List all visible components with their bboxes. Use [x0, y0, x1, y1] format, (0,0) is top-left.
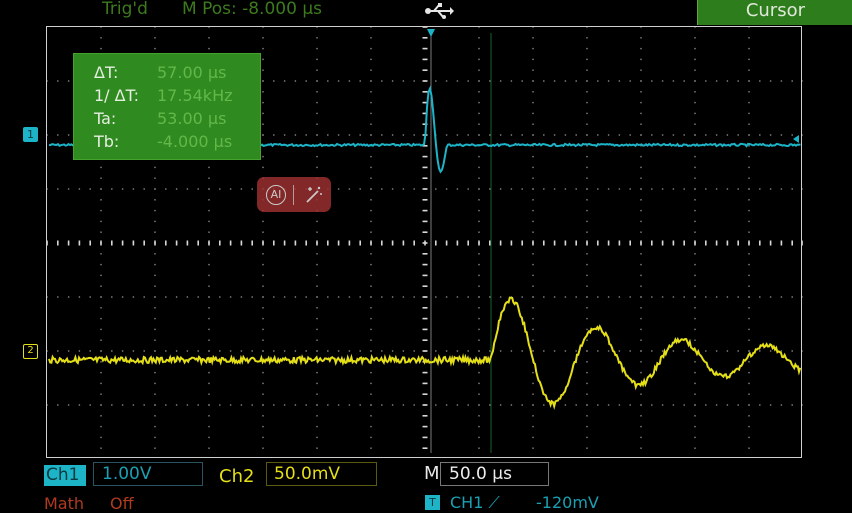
math-label[interactable]: Math	[44, 494, 84, 513]
measurement-row: Ta: 53.00 µs	[94, 109, 264, 131]
usb-icon	[425, 3, 454, 19]
trigger-level[interactable]: -120mV	[536, 493, 599, 512]
mpos-readout: M Pos: -8.000 µs	[182, 0, 322, 19]
measurement-value: 17.54kHz	[157, 86, 233, 105]
ch2-scale[interactable]: 50.0mV	[266, 462, 377, 486]
trigger-source[interactable]: CH1 ⟋	[450, 493, 500, 513]
ai-toolbar[interactable]: AI	[257, 177, 331, 212]
cursor-menu-tab[interactable]: Cursor	[697, 0, 852, 25]
trigger-marker: T	[425, 495, 440, 510]
ch2-level-marker[interactable]: 2	[23, 344, 38, 359]
ch1-level-marker[interactable]: 1	[23, 127, 38, 142]
toolbar-divider	[293, 185, 294, 205]
ch2-trace	[48, 296, 802, 410]
measurement-value: -4.000 µs	[157, 132, 233, 151]
measurement-key: ΔT:	[94, 63, 119, 82]
measurement-row: ΔT: 57.00 µs	[94, 63, 264, 85]
measurement-key: Tb:	[94, 132, 120, 151]
trigger-status: Trig'd	[102, 0, 148, 19]
cursor-measurement-panel: ΔT: 57.00 µs 1/ ΔT: 17.54kHz Ta: 53.00 µ…	[73, 53, 261, 160]
cursor-menu-label: Cursor	[745, 0, 805, 21]
measurement-key: Ta:	[94, 109, 117, 128]
measurement-key: 1/ ΔT:	[94, 86, 140, 105]
measurement-value: 53.00 µs	[157, 109, 227, 128]
trigger-position-marker[interactable]	[427, 29, 435, 37]
measurement-value: 57.00 µs	[157, 63, 227, 82]
ch1-label[interactable]: Ch1	[44, 465, 86, 486]
math-off-label: Off	[110, 494, 134, 513]
ch2-label[interactable]: Ch2	[219, 465, 254, 489]
status-bar: Trig'd M Pos: -8.000 µs Cursor	[0, 0, 852, 25]
magic-wand-icon[interactable]	[301, 183, 325, 207]
measurement-row: Tb: -4.000 µs	[94, 132, 264, 154]
ai-circle-icon[interactable]: AI	[266, 185, 286, 205]
trigger-level-marker[interactable]	[793, 135, 799, 143]
mpos-value: -8.000 µs	[242, 0, 322, 19]
ch1-scale[interactable]: 1.00V	[93, 462, 203, 486]
measurement-row: 1/ ΔT: 17.54kHz	[94, 86, 264, 108]
oscilloscope-screen: Trig'd M Pos: -8.000 µs Cursor 1 2 ΔT: 5…	[0, 0, 852, 513]
mpos-label: M Pos:	[182, 0, 237, 19]
footer-bar: Ch1 1.00V Ch2 50.0mV M 50.0 µs Math Off …	[0, 458, 852, 513]
timebase-label: M	[424, 463, 440, 484]
timebase-value[interactable]: 50.0 µs	[440, 462, 549, 486]
